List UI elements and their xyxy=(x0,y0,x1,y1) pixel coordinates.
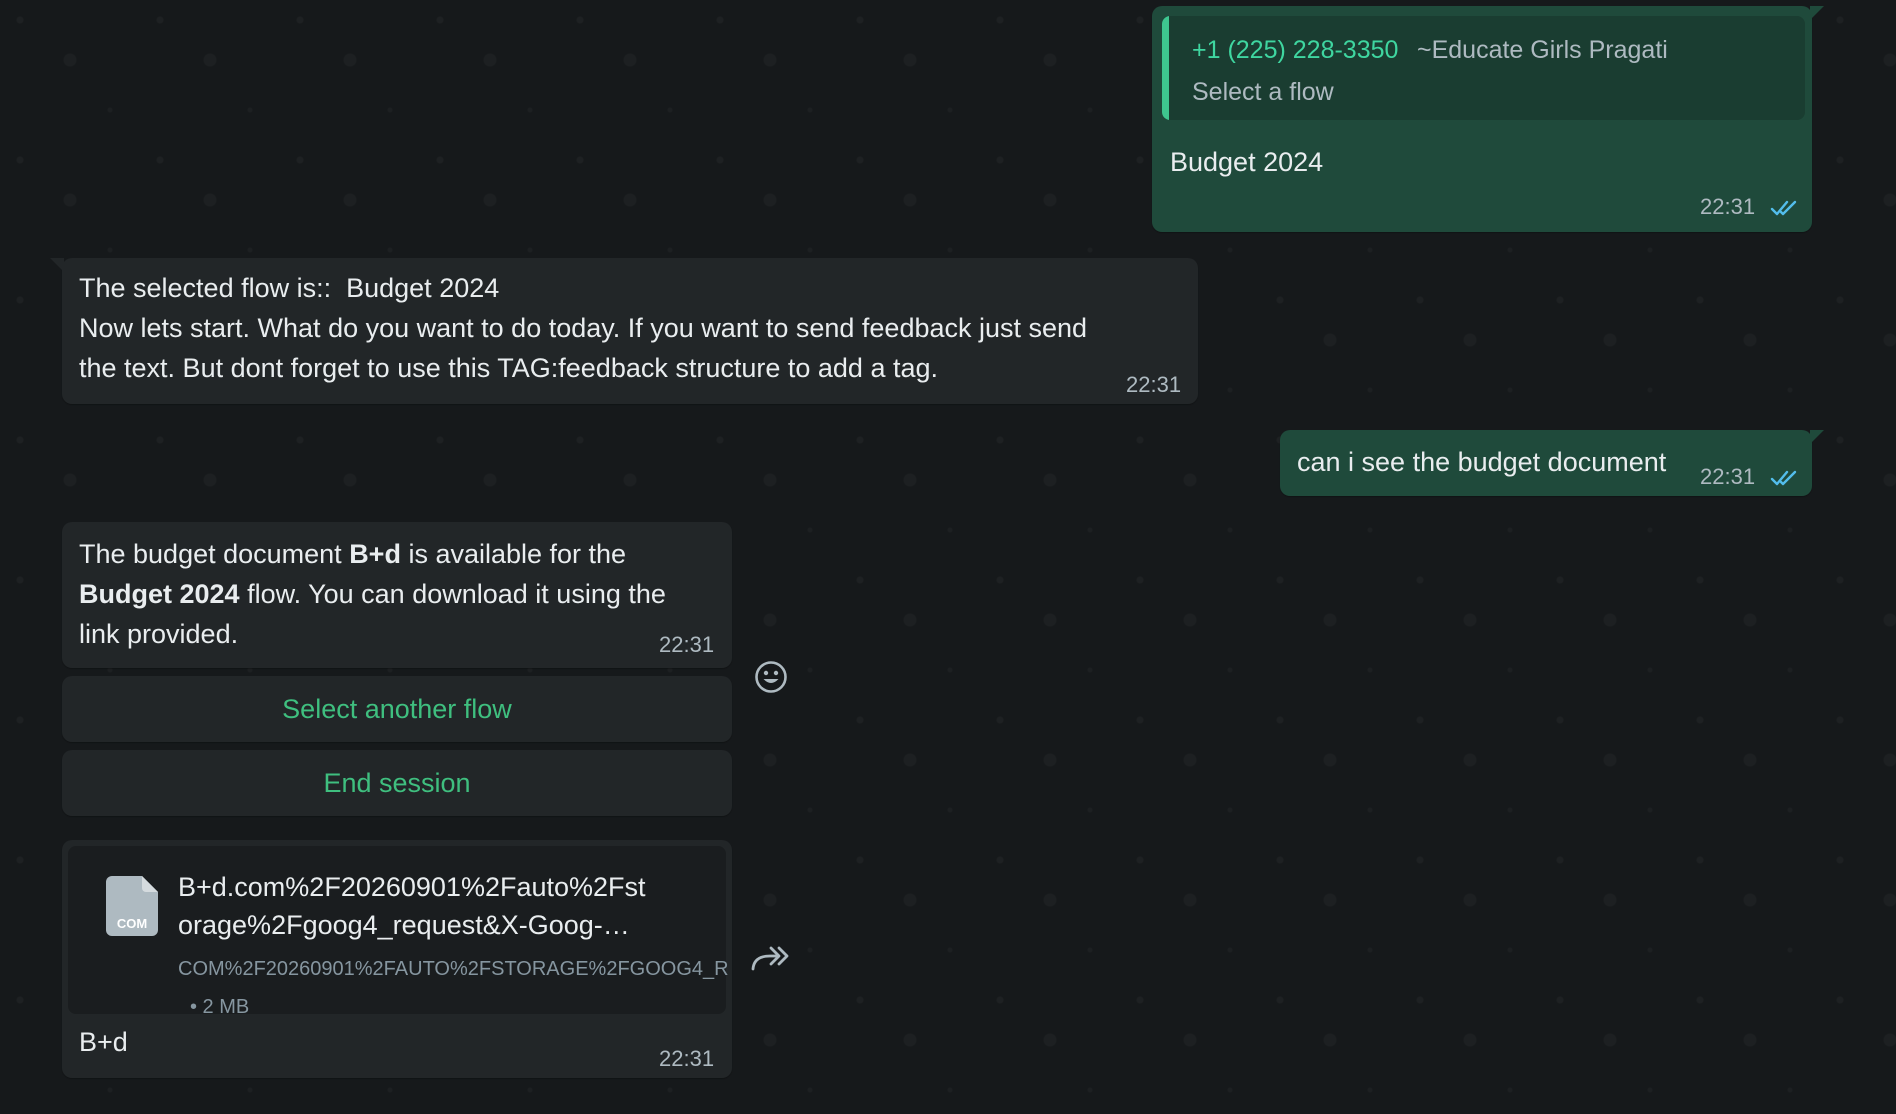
text-segment: is available for the xyxy=(400,539,627,569)
quote-text: Select a flow xyxy=(1192,78,1334,106)
chat-area: +1 (225) 228-3350 ~Educate Girls Pragati… xyxy=(0,0,1896,1114)
incoming-message-document-available[interactable]: The budget document B+d is available for… xyxy=(62,522,732,668)
file-name: B+d.com%2F20260901%2Fauto%2Fst orage%2Fg… xyxy=(178,868,698,944)
double-check-icon xyxy=(1770,470,1797,486)
end-session-button[interactable]: End session xyxy=(62,750,732,816)
text-segment: The budget document xyxy=(79,539,350,569)
quote-accent-bar xyxy=(1162,16,1169,120)
file-url: COM%2F20260901%2FAUTO%2FSTORAGE%2FGOOG4_… xyxy=(178,958,730,980)
forward-icon[interactable] xyxy=(750,944,790,974)
message-time: 22:31 xyxy=(1700,464,1756,489)
message-time: 22:31 xyxy=(659,632,715,657)
incoming-message-selected-flow[interactable]: The selected flow is:: Budget 2024 Now l… xyxy=(50,258,1198,404)
incoming-message-document[interactable]: COM B+d.com%2F20260901%2Fauto%2Fst orage… xyxy=(62,840,732,1078)
flow-name-bold: Budget 2024 xyxy=(79,579,240,609)
message-line-1: The budget document B+d is available for… xyxy=(79,534,626,574)
document-caption: B+d xyxy=(79,1027,128,1057)
message-time: 22:31 xyxy=(659,1046,715,1071)
message-text: can i see the budget document xyxy=(1297,447,1667,477)
select-another-flow-button[interactable]: Select another flow xyxy=(62,676,732,742)
text-segment: flow. You can download it using the xyxy=(239,579,666,609)
quote-group-name: ~Educate Girls Pragati xyxy=(1417,36,1668,64)
emoji-icon[interactable] xyxy=(754,660,788,694)
message-line-3: the text. But dont forget to use this TA… xyxy=(79,353,939,383)
file-name-line-2: orage%2Fgoog4_request&X-Goog-… xyxy=(178,910,630,940)
file-name-line-1: B+d.com%2F20260901%2Fauto%2Fst xyxy=(178,872,646,902)
file-type-label: COM xyxy=(116,916,148,931)
message-time: 22:31 xyxy=(1126,372,1182,397)
message-text: Budget 2024 xyxy=(1170,147,1324,177)
quote-sender: +1 (225) 228-3350 xyxy=(1192,36,1399,64)
message-line-2: Now lets start. What do you want to do t… xyxy=(79,313,1088,343)
outgoing-message-budget-document[interactable]: can i see the budget document 22:31 xyxy=(1280,430,1824,496)
file-size: • 2 MB xyxy=(190,996,250,1018)
document-name-bold: B+d xyxy=(349,539,401,569)
double-check-icon xyxy=(1770,200,1797,216)
quoted-message[interactable]: +1 (225) 228-3350 ~Educate Girls Pragati… xyxy=(1162,16,1805,120)
message-line-3: link provided. xyxy=(79,619,239,649)
message-line-2: Budget 2024 flow. You can download it us… xyxy=(79,574,666,614)
message-time: 22:31 xyxy=(1700,194,1756,219)
message-line-1: The selected flow is:: Budget 2024 xyxy=(79,273,500,303)
outgoing-message-budget-2024[interactable]: +1 (225) 228-3350 ~Educate Girls Pragati… xyxy=(1152,6,1824,232)
document-card[interactable]: COM B+d.com%2F20260901%2Fauto%2Fst orage… xyxy=(68,846,730,1018)
